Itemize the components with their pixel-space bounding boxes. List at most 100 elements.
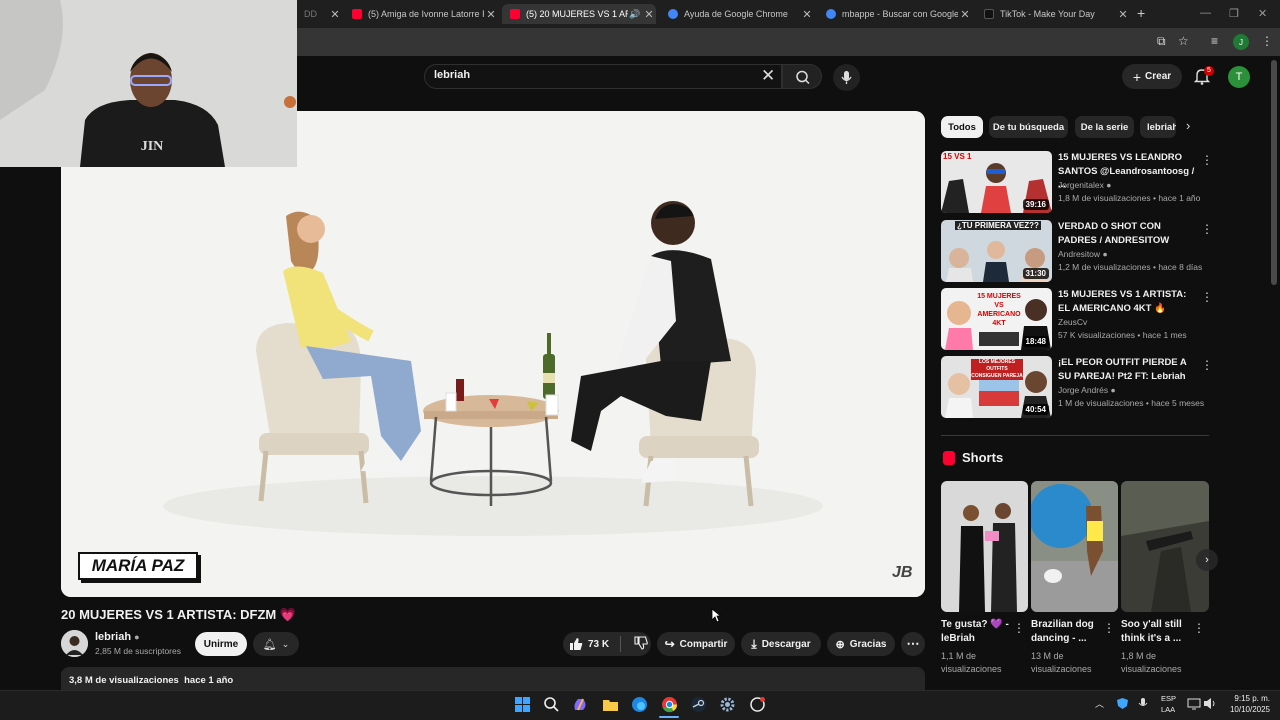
close-window-icon[interactable]: ✕	[1258, 7, 1267, 20]
clock-date[interactable]: 10/10/2025	[1222, 705, 1270, 714]
short-title[interactable]: Te gusta? 💜 - leBriah	[941, 618, 1013, 646]
channel-avatar[interactable]	[61, 630, 88, 657]
close-tab-icon[interactable]: ✕	[484, 8, 498, 21]
short-thumbnail[interactable]	[1121, 481, 1209, 612]
close-tab-icon[interactable]: ✕	[1116, 8, 1130, 21]
tray-overflow-icon[interactable]: ︿	[1095, 697, 1104, 710]
browser-tab[interactable]: (5) Amiga de Ivonne Latorre RE ✕	[344, 4, 498, 24]
more-actions-button[interactable]: ⋯	[901, 632, 925, 656]
new-tab-button[interactable]: +	[1137, 5, 1145, 21]
chip-all[interactable]: Todos	[941, 116, 983, 138]
more-vertical-icon[interactable]: ⋮	[1201, 153, 1213, 167]
video-player[interactable]	[61, 111, 925, 597]
browser-tab-active[interactable]: (5) 20 MUJERES VS 1 ARTIS 🔊 ✕	[502, 4, 656, 24]
browser-tab[interactable]: TikTok - Make Your Day ✕	[976, 4, 1130, 24]
chip-from-search[interactable]: De tu búsqueda	[989, 116, 1068, 138]
more-vertical-icon[interactable]: ⋮	[1201, 358, 1213, 372]
input-language[interactable]: ESP	[1161, 694, 1176, 703]
search-icon[interactable]	[543, 696, 560, 713]
copilot-icon[interactable]	[572, 696, 589, 713]
dislike-button[interactable]	[634, 635, 648, 653]
short-thumbnail[interactable]	[1031, 481, 1118, 612]
recommendation-title[interactable]: VERDAD O SHOT CON PADRES / ANDRESITOW	[1058, 220, 1198, 247]
recommendation-meta: 1,8 M de visualizaciones • hace 1 año	[1058, 193, 1201, 203]
input-layout[interactable]: LAA	[1161, 705, 1175, 714]
settings-gear-icon[interactable]	[719, 696, 736, 713]
video-thumbnail[interactable]: 15 VS 1 39:16	[941, 151, 1052, 213]
tab-title: (5) 20 MUJERES VS 1 ARTIS	[526, 9, 628, 19]
recommendation-channel[interactable]: Jorgenitalex ●	[1058, 180, 1111, 190]
create-button[interactable]: + Crear	[1122, 64, 1182, 89]
close-tab-icon[interactable]: ✕	[800, 8, 814, 21]
short-thumbnail[interactable]	[941, 481, 1028, 612]
chrome-icon[interactable]	[661, 696, 678, 713]
search-button[interactable]	[782, 64, 822, 89]
join-button[interactable]: Unirme	[195, 632, 247, 656]
subscription-bell-button[interactable]: 🔔︎ ⌄	[253, 632, 299, 656]
bookmark-star-icon[interactable]: ☆	[1178, 34, 1189, 48]
volume-tray-icon[interactable]	[1203, 697, 1217, 710]
more-vertical-icon[interactable]: ⋮	[1103, 621, 1115, 635]
channel-label: Jorgenitalex	[1058, 180, 1104, 190]
profile-avatar[interactable]: J	[1233, 34, 1249, 50]
short-title[interactable]: Brazilian dog dancing - ...	[1031, 618, 1103, 646]
chips-next-icon[interactable]: ›	[1186, 118, 1190, 133]
minimize-icon[interactable]: —	[1200, 7, 1211, 19]
download-button[interactable]: ⤓ Descargar	[741, 632, 821, 656]
recommendation-item[interactable]: 15 MUJERES VS AMERICANO 4KT 18:48 15 MUJ…	[941, 288, 1213, 350]
webcam-overlay: JIN	[0, 0, 297, 167]
voice-search-button[interactable]	[833, 64, 860, 91]
clear-search-icon[interactable]: ✕	[761, 66, 775, 86]
more-vertical-icon[interactable]: ⋮	[1201, 290, 1213, 304]
video-thumbnail[interactable]: 15 MUJERES VS AMERICANO 4KT 18:48	[941, 288, 1052, 350]
file-explorer-icon[interactable]	[602, 696, 619, 713]
shorts-next-button[interactable]: ›	[1196, 549, 1218, 571]
restore-icon[interactable]: ❐	[1229, 7, 1239, 20]
recommendation-item[interactable]: 15 VS 1 39:16 15 MUJERES VS LEANDRO SANT…	[941, 151, 1213, 213]
recommendation-item[interactable]: LOS MEJORES OUTFITS CONSIGUEN PAREJA 40:…	[941, 356, 1213, 418]
chrome-menu-icon[interactable]: ⋮	[1261, 34, 1273, 48]
recommendation-channel[interactable]: Andresitow ●	[1058, 249, 1108, 259]
more-vertical-icon[interactable]: ⋮	[1201, 222, 1213, 236]
browser-tab[interactable]: DD ✕	[296, 4, 342, 24]
channel-name[interactable]: lebriah ●	[95, 631, 140, 643]
chip-from-series[interactable]: De la serie	[1075, 116, 1134, 138]
microphone-tray-icon[interactable]	[1137, 697, 1149, 710]
video-duration: 39:16	[1022, 199, 1049, 210]
browser-tab[interactable]: mbappe - Buscar con Google ✕	[818, 4, 972, 24]
video-thumbnail[interactable]: LOS MEJORES OUTFITS CONSIGUEN PAREJA 40:…	[941, 356, 1052, 418]
cast-icon[interactable]: ⧉	[1157, 34, 1166, 49]
speaker-icon[interactable]: 🔊	[628, 9, 642, 20]
like-button[interactable]: 73 K	[569, 637, 609, 651]
close-tab-icon[interactable]: ✕	[642, 8, 656, 21]
account-avatar[interactable]: T	[1228, 66, 1250, 88]
defender-tray-icon[interactable]	[1116, 697, 1129, 710]
recommendation-title[interactable]: 15 MUJERES VS 1 ARTISTA: EL AMERICANO 4K…	[1058, 288, 1198, 315]
more-vertical-icon[interactable]: ⋮	[1193, 621, 1205, 635]
video-thumbnail[interactable]: ¿TU PRIMERA VEZ?? 31:30	[941, 220, 1052, 282]
windows-start-icon[interactable]	[514, 696, 531, 713]
close-tab-icon[interactable]: ✕	[958, 8, 972, 21]
network-tray-icon[interactable]	[1187, 697, 1201, 710]
close-tab-icon[interactable]: ✕	[328, 8, 342, 21]
recommendation-title[interactable]: ¡EL PEOR OUTFIT PIERDE A SU PAREJA! Pt2 …	[1058, 356, 1198, 383]
search-input[interactable]	[424, 64, 782, 89]
short-title[interactable]: Soo y'all still think it's a ...	[1121, 618, 1193, 646]
thanks-button[interactable]: ⊕ Gracias	[827, 632, 895, 656]
app-icon[interactable]	[749, 696, 766, 713]
steam-icon[interactable]	[690, 696, 707, 713]
edge-icon[interactable]	[631, 696, 648, 713]
recommendation-item[interactable]: ¿TU PRIMERA VEZ?? 31:30 VERDAD O SHOT CO…	[941, 220, 1213, 282]
page-scrollbar[interactable]	[1271, 60, 1277, 285]
media-controls-icon[interactable]: ≡	[1211, 34, 1218, 48]
browser-tab[interactable]: Ayuda de Google Chrome ✕	[660, 4, 814, 24]
clock-time[interactable]: 9:15 p. m.	[1228, 694, 1270, 703]
share-button[interactable]: ↪ Compartir	[657, 632, 735, 656]
recommendation-channel[interactable]: Jorge Andrés ●	[1058, 385, 1116, 395]
rec-age: hace 1 año	[1158, 193, 1201, 203]
chip-channel[interactable]: lebriah	[1140, 116, 1176, 138]
channel-label: Andresitow	[1058, 249, 1101, 259]
recommendation-channel[interactable]: ZeusCv	[1058, 317, 1087, 327]
video-duration: 40:54	[1022, 404, 1049, 415]
more-vertical-icon[interactable]: ⋮	[1013, 621, 1025, 635]
